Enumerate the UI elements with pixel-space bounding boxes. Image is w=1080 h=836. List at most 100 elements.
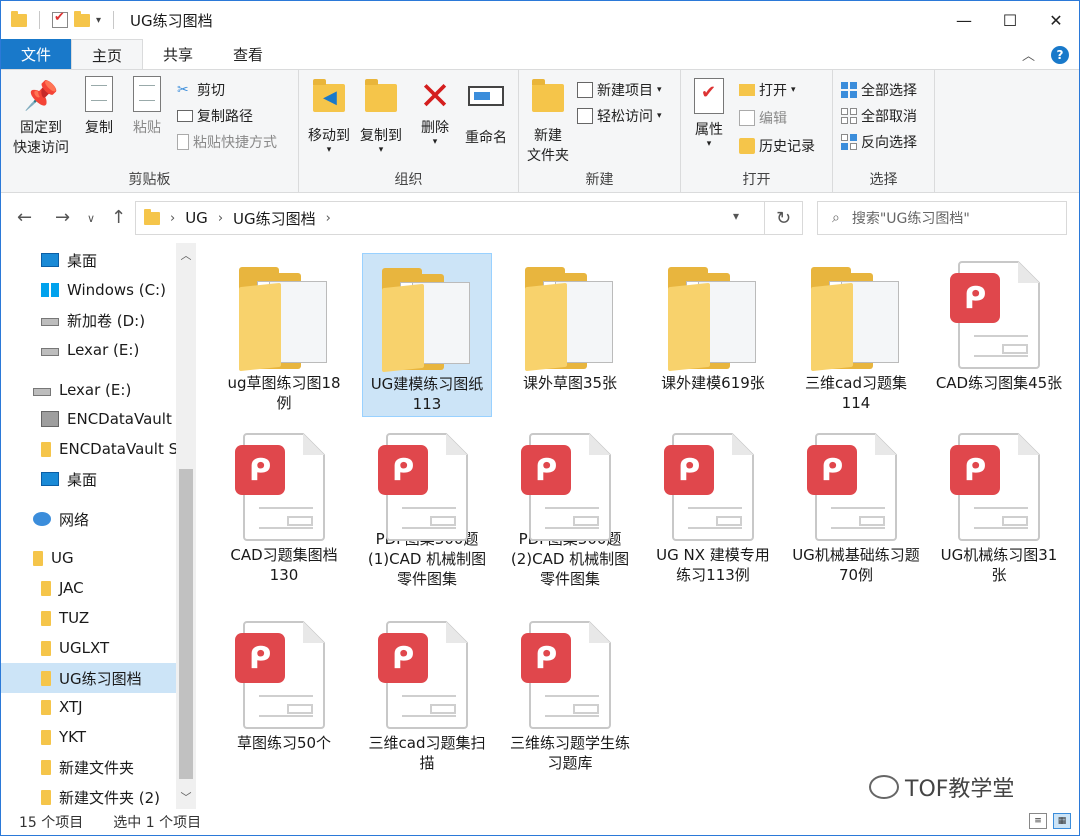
forward-arrow-icon[interactable]: → — [55, 207, 70, 228]
nav-item[interactable]: UG — [1, 543, 176, 573]
edit-button[interactable]: 编辑 — [739, 108, 787, 128]
new-item-button[interactable]: 新建项目 ▾ — [577, 80, 662, 100]
nav-item[interactable]: Lexar (E:) — [1, 335, 176, 365]
refresh-button[interactable]: ↻ — [765, 201, 803, 235]
quick-access-toolbar: ▾ — [1, 10, 120, 29]
move-to-icon: ◀ — [313, 79, 345, 112]
nav-item[interactable]: UGLXT — [1, 633, 176, 663]
vault-icon — [41, 411, 59, 427]
nav-item[interactable]: YKT — [1, 722, 176, 752]
select-none-button[interactable]: 全部取消 — [841, 106, 917, 126]
pdf-file-item[interactable]: ᑭ CAD习题集图档130 — [219, 425, 349, 589]
nav-item[interactable]: ENCDataVault — [1, 404, 176, 434]
folder-item[interactable]: 课外建模619张 — [648, 253, 778, 417]
delete-button[interactable]: ✕ 删除 ▾ — [413, 76, 457, 147]
search-input[interactable]: ⌕ 搜索"UG练习图档" — [817, 201, 1067, 235]
help-icon[interactable]: ? — [1051, 45, 1069, 64]
nav-item[interactable]: 网络 — [1, 504, 176, 534]
back-arrow-icon[interactable]: ← — [17, 207, 32, 228]
copy-to-button[interactable]: 复制到 ▾ — [355, 76, 407, 155]
maximize-button[interactable]: ☐ — [987, 1, 1033, 39]
easy-access-button[interactable]: 轻松访问 ▾ — [577, 106, 662, 126]
nav-item[interactable]: 新加卷 (D:) — [1, 305, 176, 335]
chevron-right-icon[interactable]: › — [326, 211, 331, 226]
pdf-file-item[interactable]: ᑭ UG机械基础练习题70例 — [791, 425, 921, 589]
pdf-file-icon: ᑭ — [944, 259, 1054, 373]
nav-item[interactable]: UG练习图档 — [1, 663, 176, 693]
drive-icon — [41, 348, 59, 356]
pdf-file-item[interactable]: ᑭPDF图集300题(2)CAD 机械制图零件图集 — [505, 425, 635, 589]
pdf-file-item[interactable]: ᑭ UG机械练习图31张 — [934, 425, 1064, 589]
nav-item[interactable]: JAC — [1, 573, 176, 603]
address-history-chevron-icon[interactable]: ▾ — [733, 209, 739, 223]
details-view-icon[interactable]: ≡ — [1029, 813, 1047, 829]
pdf-file-item[interactable]: ᑭPDF图集300题(1)CAD 机械制图零件图集 — [362, 425, 492, 589]
address-bar[interactable]: › UG › UG练习图档 › — [135, 201, 765, 235]
tab-view[interactable]: 查看 — [213, 39, 283, 69]
invert-selection-button[interactable]: 反向选择 — [841, 132, 917, 152]
drive-icon — [41, 318, 59, 326]
nav-item-label: XTJ — [59, 698, 83, 716]
history-button[interactable]: 历史记录 — [739, 136, 815, 156]
copy-button[interactable]: 复制 — [77, 76, 121, 138]
nav-item[interactable]: 新建文件夹 (2) — [1, 782, 176, 812]
folder-icon — [11, 10, 27, 27]
new-folder-button[interactable]: 新建 文件夹 — [521, 76, 575, 166]
folder-item[interactable]: UG建模练习图纸113 — [362, 253, 492, 417]
cut-button[interactable]: ✂ 剪切 — [177, 80, 225, 100]
recent-locations-chevron-icon[interactable]: ∨ — [87, 212, 95, 225]
scroll-down-icon[interactable]: ﹀ — [176, 787, 196, 807]
select-none-label: 全部取消 — [861, 109, 917, 125]
large-icons-view-icon[interactable]: ▦ — [1053, 813, 1071, 829]
nav-item[interactable]: Windows (C:) — [1, 275, 176, 305]
scroll-up-icon[interactable]: ︿ — [176, 245, 196, 265]
nav-item[interactable]: 桌面 — [1, 245, 176, 275]
scrollbar-thumb[interactable] — [179, 469, 193, 779]
copy-path-button[interactable]: 复制路径 — [177, 106, 253, 126]
paste-button[interactable]: 粘贴 — [125, 76, 169, 138]
customize-toolbar-icon[interactable]: ▾ — [96, 15, 101, 26]
edit-label: 编辑 — [759, 111, 787, 127]
folder-icon — [41, 580, 51, 596]
pdf-file-item[interactable]: ᑭ 三维练习题学生练习题库 — [505, 613, 635, 777]
chevron-right-icon[interactable]: › — [170, 211, 175, 226]
pdf-file-item[interactable]: ᑭ 三维cad习题集扫描 — [362, 613, 492, 777]
tab-file[interactable]: 文件 — [1, 39, 71, 69]
cut-label: 剪切 — [197, 83, 225, 99]
up-arrow-icon[interactable]: ↑ — [111, 207, 126, 228]
nav-item[interactable]: TUZ — [1, 603, 176, 633]
chevron-right-icon[interactable]: › — [218, 211, 223, 226]
pdf-file-item[interactable]: ᑭ UG NX 建模专用练习113例 — [648, 425, 778, 589]
nav-item[interactable]: 新建文件夹 — [1, 752, 176, 782]
nav-item[interactable]: 桌面 — [1, 464, 176, 494]
properties-icon[interactable] — [52, 10, 68, 28]
breadcrumb-ug[interactable]: UG — [185, 209, 208, 227]
ribbon-right-controls: ︿ ? — [1022, 45, 1069, 64]
breadcrumb-current[interactable]: UG练习图档 — [233, 208, 316, 229]
select-all-button[interactable]: 全部选择 — [841, 80, 917, 100]
nav-item[interactable]: ENCDataVault S — [1, 434, 176, 464]
move-to-label: 移动到 — [308, 128, 350, 144]
tab-home[interactable]: 主页 — [71, 39, 144, 70]
folder-item[interactable]: 三维cad习题集114 — [791, 253, 921, 417]
folder-item[interactable]: ug草图练习图18例 — [219, 253, 349, 417]
nav-item[interactable]: Lexar (E:) — [1, 375, 176, 405]
paste-shortcut-button[interactable]: 粘贴快捷方式 — [177, 132, 277, 152]
rename-button[interactable]: 重命名 — [459, 76, 513, 148]
nav-scrollbar[interactable]: ︿ ﹀ — [176, 243, 196, 809]
folder-icon — [41, 610, 51, 626]
nav-item[interactable]: XTJ — [1, 692, 176, 722]
pin-quick-access-button[interactable]: 📌 固定到 快速访问 — [7, 76, 75, 158]
minimize-button[interactable]: — — [941, 1, 987, 39]
tab-share[interactable]: 共享 — [143, 39, 213, 69]
collapse-ribbon-icon[interactable]: ︿ — [1022, 45, 1035, 64]
properties-button[interactable]: 属性 ▾ — [687, 76, 731, 149]
folder-item[interactable]: 课外草图35张 — [505, 253, 635, 417]
open-button[interactable]: 打开 ▾ — [739, 80, 796, 100]
close-button[interactable]: ✕ — [1033, 1, 1079, 39]
pdf-file-item[interactable]: ᑭ 草图练习50个 — [219, 613, 349, 777]
new-folder-icon[interactable] — [74, 10, 90, 27]
move-to-button[interactable]: ◀ 移动到 ▾ — [303, 76, 355, 155]
pdf-file-item[interactable]: ᑭ CAD练习图集45张 — [934, 253, 1064, 417]
pdf-file-icon: ᑭ — [944, 431, 1054, 545]
